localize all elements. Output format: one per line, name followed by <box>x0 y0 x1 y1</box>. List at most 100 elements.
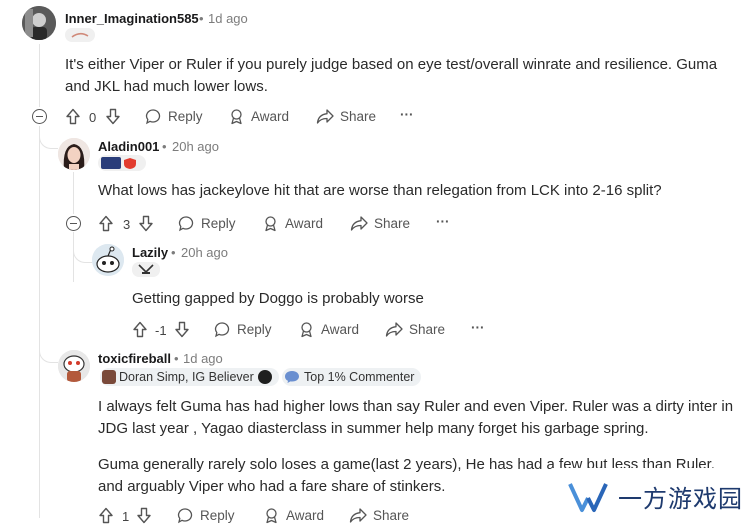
team-logo-icon <box>138 264 154 274</box>
separator: • <box>162 139 167 154</box>
share-button[interactable]: Share <box>349 507 409 524</box>
downvote-button[interactable] <box>136 507 158 524</box>
award-button[interactable]: Award <box>262 215 323 232</box>
top-commenter-badge: Top 1% Commenter <box>282 368 422 386</box>
snoo-avatar-icon <box>58 350 90 382</box>
downvote-icon <box>137 507 151 524</box>
reply-icon <box>177 508 193 524</box>
downvote-button[interactable] <box>105 108 127 125</box>
collapse-thread-button[interactable] <box>32 109 47 124</box>
flair-avatar-icon <box>102 370 116 384</box>
username[interactable]: Inner_Imagination585 <box>65 11 199 26</box>
upvote-icon <box>133 321 147 338</box>
share-icon <box>316 109 334 124</box>
vote-count: -1 <box>155 323 167 338</box>
vote-count: 3 <box>123 217 131 232</box>
timestamp[interactable]: 1d ago <box>183 351 223 366</box>
more-options-button[interactable]: ··· <box>471 320 485 335</box>
award-button[interactable]: Award <box>298 321 359 338</box>
watermark-text: 一方游戏园 <box>618 485 743 513</box>
downvote-button[interactable] <box>138 215 160 232</box>
upvote-button[interactable] <box>132 321 154 338</box>
reply-label: Reply <box>168 109 203 124</box>
upvote-icon <box>99 507 113 524</box>
award-label: Award <box>321 322 360 337</box>
username[interactable]: Aladin001 <box>98 139 159 154</box>
user-flair <box>65 28 95 42</box>
share-icon <box>349 508 367 523</box>
reply-button[interactable]: Reply <box>145 108 203 125</box>
username[interactable]: Lazily <box>132 245 168 260</box>
downvote-icon <box>106 108 120 125</box>
award-button[interactable]: Award <box>228 108 289 125</box>
avatar[interactable] <box>58 350 90 382</box>
flair-icon <box>71 32 89 38</box>
reply-label: Reply <box>201 216 236 231</box>
more-options-icon: ··· <box>400 107 414 122</box>
reply-button[interactable]: Reply <box>177 507 235 524</box>
username[interactable]: toxicfireball <box>98 351 171 366</box>
team-flair-icon <box>101 157 136 169</box>
flair-text: Doran Simp, IG Believer <box>119 370 254 384</box>
more-options-button[interactable]: ··· <box>400 107 414 122</box>
upvote-icon <box>99 215 113 232</box>
award-icon <box>266 508 277 524</box>
upvote-button[interactable] <box>98 215 120 232</box>
collapse-thread-button[interactable] <box>66 216 81 231</box>
comment-body: I always felt Guma has had higher lows t… <box>98 398 734 437</box>
avatar[interactable] <box>92 244 124 276</box>
user-flair <box>132 262 160 277</box>
share-label: Share <box>373 508 410 523</box>
reply-button[interactable]: Reply <box>214 321 272 338</box>
upvote-button[interactable] <box>65 108 87 125</box>
badge-text: Top 1% Commenter <box>304 370 415 384</box>
share-icon <box>350 216 368 231</box>
commenter-badge-icon <box>285 371 299 383</box>
reply-icon <box>178 216 194 232</box>
comment-body: It's either Viper or Ruler if you purely… <box>65 56 718 95</box>
more-options-icon: ··· <box>471 320 485 335</box>
share-button[interactable]: Share <box>316 108 376 125</box>
more-options-icon: ··· <box>436 214 450 229</box>
reply-icon <box>214 322 230 338</box>
user-flair <box>98 155 146 171</box>
share-button[interactable]: Share <box>385 321 445 338</box>
avatar[interactable] <box>22 6 56 40</box>
more-options-button[interactable]: ··· <box>436 214 450 229</box>
downvote-icon <box>175 321 189 338</box>
upvote-icon <box>66 108 80 125</box>
award-button[interactable]: Award <box>263 507 324 524</box>
thread-connector <box>73 240 92 263</box>
comment-body: Getting gapped by Doggo is probably wors… <box>132 290 424 307</box>
team-logo-icon <box>257 370 272 384</box>
vote-count: 1 <box>122 509 130 524</box>
reply-label: Reply <box>200 508 235 523</box>
comment-body: What lows has jackeylove hit that are wo… <box>98 182 662 199</box>
user-flair: Doran Simp, IG Believer <box>100 368 279 386</box>
upvote-button[interactable] <box>98 507 120 524</box>
reply-icon <box>145 109 161 125</box>
downvote-icon <box>139 215 153 232</box>
timestamp[interactable]: 20h ago <box>172 139 219 154</box>
reply-label: Reply <box>237 322 272 337</box>
separator: • <box>199 11 204 26</box>
award-icon <box>265 216 276 232</box>
timestamp[interactable]: 20h ago <box>181 245 228 260</box>
snoo-avatar-icon <box>92 244 124 276</box>
separator: • <box>174 351 179 366</box>
avatar[interactable] <box>58 138 90 170</box>
share-button[interactable]: Share <box>350 215 410 232</box>
thread-line <box>73 172 74 214</box>
downvote-button[interactable] <box>174 321 196 338</box>
thread-line <box>39 44 40 107</box>
award-label: Award <box>285 216 324 231</box>
award-icon <box>231 109 242 125</box>
avatar-image-icon <box>22 6 56 40</box>
thread-connector <box>39 130 58 149</box>
vote-count: 0 <box>89 110 97 125</box>
reply-button[interactable]: Reply <box>178 215 236 232</box>
award-icon <box>301 322 312 338</box>
share-label: Share <box>340 109 377 124</box>
share-icon <box>385 322 403 337</box>
timestamp[interactable]: 1d ago <box>208 11 248 26</box>
